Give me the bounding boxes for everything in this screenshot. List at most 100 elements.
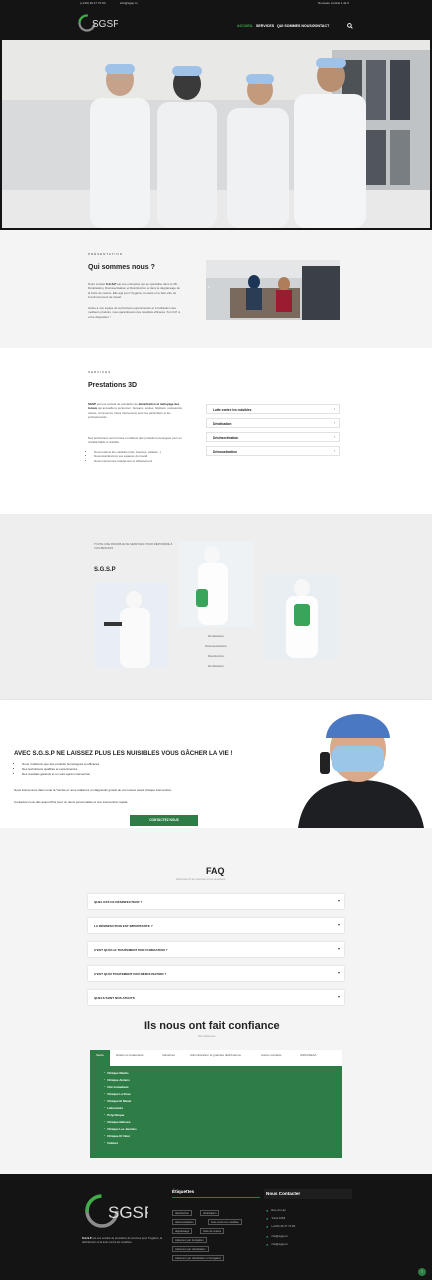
chevron-down-icon: ▾: [337, 994, 340, 999]
nav-qui-sommes-nous[interactable]: QUI SOMMES NOUS ?: [277, 24, 315, 28]
nav-contact[interactable]: CONTACT: [312, 24, 329, 28]
tag-link[interactable]: dératisation: [200, 1210, 220, 1216]
presentation-text-1: Notre société S.G.S.P est une entreprise…: [88, 282, 180, 300]
tag-link[interactable]: hotte de cuisine: [200, 1228, 225, 1234]
contact-city: Tunis 1053: [266, 1216, 285, 1221]
header: SGSP ACCUEIL SERVICES QUI SOMMES NOUS ? …: [0, 8, 432, 38]
reference-item: Clinique Amiens: [104, 1078, 130, 1082]
accordion-demoustication[interactable]: Démoustication ›: [206, 446, 340, 456]
prestations-title: Prestations 3D: [88, 382, 138, 389]
services-gallery-section: TOUTE UNE PANOPLIE DE SERVICES POUR RÉPO…: [0, 514, 432, 700]
faq-item[interactable]: LA DÉSINFECTION EST IMPORTANTE ? ▾: [88, 918, 344, 933]
tab-industries[interactable]: Industries: [162, 1053, 175, 1057]
cta-section: AVEC S.G.S.P NE LAISSEZ PLUS LES NUISIBL…: [0, 700, 432, 828]
contact-title: Nous Contacter: [266, 1191, 301, 1196]
prestations-kicker: SERVICES: [88, 370, 112, 374]
chevron-right-icon: ›: [333, 407, 335, 411]
footer-logo-text: SGSP: [108, 1203, 148, 1222]
reference-item: Cabinet: [104, 1141, 118, 1145]
tag-link[interactable]: désinsectisation: [172, 1219, 197, 1225]
hero-banner: [0, 38, 432, 230]
contact-email[interactable]: info@sgsp.tn: [266, 1234, 287, 1239]
contact-phone[interactable]: (+216) 29 17 70 00: [266, 1224, 295, 1229]
contact-us-button[interactable]: CONTACTEZ NOUS: [130, 815, 198, 826]
cta-title: AVEC S.G.S.P NE LAISSEZ PLUS LES NUISIBL…: [14, 750, 233, 757]
tag-link[interactable]: désinfection: [172, 1210, 192, 1216]
prestations-bullet: Nous intervenons rapidement et efficacem…: [94, 459, 192, 463]
chevron-right-icon: ›: [333, 449, 335, 453]
contact-email-2[interactable]: info@sgsp.tn: [266, 1242, 287, 1247]
presentation-kicker: PRÉSENTATION: [88, 252, 123, 256]
reference-item: Clinique Mantis: [104, 1071, 128, 1075]
tag-link[interactable]: dégraissage: [172, 1228, 193, 1234]
presentation-title: Qui sommes nous ?: [88, 264, 155, 271]
service-photo-2: [178, 541, 254, 627]
tag-link[interactable]: traitement par fumigation: [172, 1237, 207, 1243]
service-item[interactable]: Désinsectisation: [178, 644, 254, 648]
clients-title: Ils nous ont fait confiance: [144, 1020, 280, 1032]
services-title: S.G.S.P: [94, 567, 116, 573]
prestations-bullets: Nous traitons les nuisibles (rats, insec…: [88, 450, 192, 463]
chevron-right-icon: ›: [333, 421, 335, 425]
accordion-lutte[interactable]: Lutte contre les nuisibles ›: [206, 404, 340, 414]
tag-link[interactable]: lutte contre les nuisibles: [208, 1219, 242, 1225]
footer: SGSP S.G.S.P est une société de prestati…: [0, 1174, 432, 1280]
faq-item[interactable]: C'EST QUOI TRAITEMENT PAR NÉBULISATION ?…: [88, 966, 344, 981]
tag-link[interactable]: traitement par nébulisation et fumigatio…: [172, 1255, 225, 1261]
tab-hotels[interactable]: Hôtels et restaurants: [116, 1053, 144, 1057]
faq-section: FAQ Retrouvez ici les réponses à vos que…: [0, 828, 432, 1012]
faq-item[interactable]: C'EST QUOI LE TRAITEMENT PAR FUMIGATION …: [88, 942, 344, 957]
tab-autres-societes[interactable]: Autres sociétés: [261, 1053, 282, 1057]
chevron-down-icon: ▾: [337, 898, 340, 903]
clients-subtitle: Nos références: [198, 1035, 216, 1038]
service-item[interactable]: Dératisation: [178, 634, 254, 638]
service-item[interactable]: Dératisation: [178, 664, 254, 668]
service-item[interactable]: Désinfection: [178, 654, 254, 658]
faq-title: FAQ: [206, 866, 225, 876]
carousel-prev-icon[interactable]: ‹: [208, 285, 210, 291]
presentation-text-2: Grâce à une équipe de techniciens expéri…: [88, 306, 180, 319]
phone-text[interactable]: (+216) 29 17 70 00: [80, 1, 105, 5]
footer-about: S.G.S.P est une société de prestation de…: [82, 1237, 163, 1244]
top-bar: (+216) 29 17 70 00 info@sgsp.tn Nouveau …: [0, 0, 432, 8]
tags-title: Étiquettes: [172, 1189, 195, 1194]
logo[interactable]: SGSP: [78, 10, 120, 41]
new-contract-link[interactable]: Nouveau contrat 1 ali 3: [318, 1, 349, 5]
service-photo-1: [94, 582, 168, 668]
cta-bullet: Des résultats garantis et un suivi après…: [22, 772, 252, 777]
reference-item: Laboratoire: [104, 1106, 123, 1110]
nav-services[interactable]: SERVICES: [256, 24, 274, 28]
reference-item: Clinique El Manar: [104, 1099, 131, 1103]
prestations-text-1: SGSP est une société de prestation de dé…: [88, 402, 183, 420]
presentation-carousel[interactable]: ‹: [206, 260, 340, 320]
email-text[interactable]: info@sgsp.tn: [120, 1, 138, 5]
chevron-down-icon: ▾: [337, 946, 340, 951]
cta-text-2: Contactez-nous dès aujourd'hui pour un d…: [14, 800, 129, 804]
reference-item: Polyclinique: [104, 1113, 124, 1117]
hero-photo: [2, 40, 430, 228]
chevron-right-icon: ›: [333, 435, 335, 439]
scroll-top-icon[interactable]: ↑: [418, 1268, 426, 1276]
service-photo-3: [264, 574, 338, 660]
presentation-section: PRÉSENTATION Qui sommes nous ? Notre soc…: [0, 230, 432, 348]
chevron-down-icon: ▾: [337, 922, 340, 927]
accordion-deratisation[interactable]: Dératisation ›: [206, 418, 340, 428]
nav-accueil[interactable]: ACCUEIL: [237, 24, 253, 28]
tab-sante[interactable]: Santé: [96, 1053, 104, 1057]
faq-item[interactable]: QUEL EST-CE DÉSINFECTEUR ? ▾: [88, 894, 344, 909]
tag-link[interactable]: traitement par nébulisation: [172, 1246, 209, 1252]
prestations-text-2: Nos techniciens sont formés et utilisent…: [88, 436, 182, 445]
footer-logo[interactable]: SGSP: [82, 1188, 148, 1234]
logo-mark-icon: SGSP: [78, 14, 120, 32]
reference-item: Clinique Nafoura: [104, 1120, 130, 1124]
faq-item[interactable]: QUELS SONT NOS ATOUTS ▾: [88, 990, 344, 1005]
services-kicker: TOUTE UNE PANOPLIE DE SERVICES POUR RÉPO…: [94, 542, 173, 550]
search-icon[interactable]: [347, 23, 353, 29]
tab-administration[interactable]: Administration et grandes distributions: [190, 1053, 241, 1057]
cta-photo: [268, 702, 432, 828]
reference-item: Cité mutualisée: [104, 1085, 128, 1089]
accordion-desinsectisation[interactable]: Désinsectisation ›: [206, 432, 340, 442]
reference-item: Clinique Les Jasmins: [104, 1127, 137, 1131]
tab-annaseaa[interactable]: ANNASEAA: [300, 1053, 316, 1057]
prestations-section: SERVICES Prestations 3D SGSP est une soc…: [0, 348, 432, 514]
